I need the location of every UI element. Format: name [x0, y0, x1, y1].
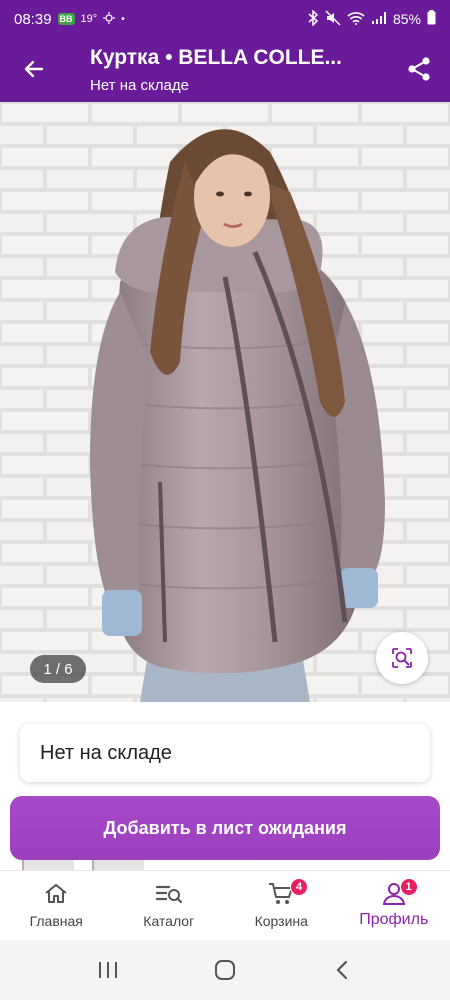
home-system-button[interactable] [205, 950, 245, 990]
back-arrow-icon [24, 60, 44, 78]
visual-search-button[interactable] [376, 632, 428, 684]
system-nav-bar [0, 940, 450, 1000]
stock-status-card: Нет на складе [20, 724, 430, 782]
bluetooth-icon [307, 8, 319, 29]
nav-item-label: Главная [29, 913, 83, 929]
status-bar: 08:39 BB 19° • 85% [0, 0, 450, 38]
app-notification-badge: BB [57, 13, 75, 25]
weather-icon [103, 11, 116, 27]
nav-item-home[interactable]: Главная [0, 871, 113, 940]
nav-item-profile[interactable]: 1 Профиль [338, 871, 450, 940]
nav-item-cart[interactable]: 4 Корзина [225, 871, 338, 940]
battery-percent: 85% [392, 11, 421, 27]
visual-search-icon [392, 648, 412, 668]
product-photo-jacket [0, 102, 450, 702]
home-icon [45, 884, 67, 903]
app-bar: Куртка • BELLA COLLE... Нет на складе [0, 38, 450, 102]
status-time: 08:39 [14, 10, 52, 28]
home-circle-icon [214, 960, 235, 980]
profile-notification-badge: 1 [399, 878, 418, 896]
add-to-waitlist-button[interactable]: Добавить в лист ожидания [10, 796, 440, 860]
image-counter: 1 / 6 [30, 655, 86, 683]
nav-item-label: Каталог [143, 913, 195, 929]
catalog-search-icon [155, 885, 182, 904]
wifi-icon [347, 11, 365, 28]
page-title: Куртка • BELLA COLLE... [90, 46, 342, 69]
share-icon [408, 57, 430, 81]
stock-status-text: Нет на складе [40, 741, 172, 764]
share-button[interactable] [402, 52, 436, 86]
nav-item-label: Корзина [254, 913, 308, 929]
recent-apps-button[interactable] [88, 950, 128, 990]
nav-item-label: Профиль [359, 911, 429, 928]
add-to-waitlist-label: Добавить в лист ожидания [103, 817, 347, 838]
page-subtitle: Нет на складе [90, 77, 189, 94]
battery-icon [427, 10, 436, 28]
back-chevron-icon [336, 960, 347, 980]
nav-item-catalog[interactable]: Каталог [113, 871, 226, 940]
back-system-button[interactable] [322, 950, 362, 990]
status-dot: • [121, 13, 125, 25]
recent-apps-icon [99, 962, 118, 978]
thumbnail-strip [22, 860, 152, 870]
status-temperature: 19° [80, 13, 98, 25]
signal-icon [371, 11, 387, 28]
bottom-nav: Главная Каталог 4 Корзина 1 Профиль [0, 870, 450, 940]
back-button[interactable] [14, 52, 54, 86]
cart-count-badge: 4 [290, 878, 308, 896]
product-image[interactable] [0, 102, 450, 702]
mute-icon [325, 9, 341, 29]
